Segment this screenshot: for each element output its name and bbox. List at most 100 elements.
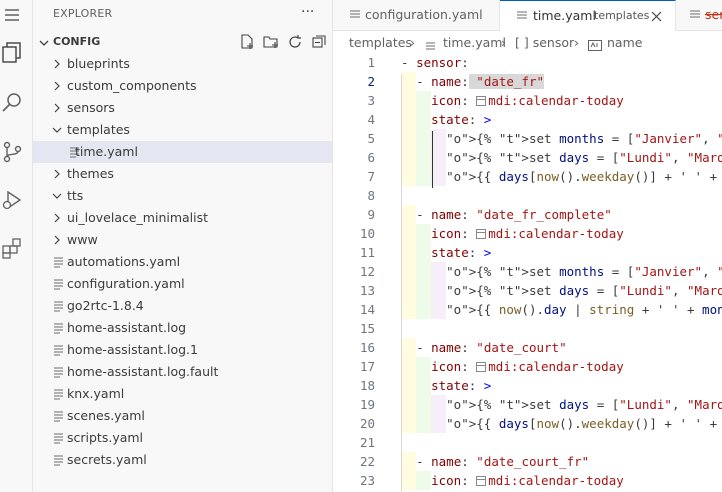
- tab-sensors[interactable]: sensors: [677, 0, 722, 30]
- code-line: - sensor:: [401, 55, 469, 70]
- line-number: 20: [359, 416, 375, 431]
- source-control-icon[interactable]: [0, 140, 24, 164]
- file-lines-icon: [53, 344, 64, 359]
- code-line: icon: mdi:calendar-today: [431, 359, 624, 374]
- file-lines-icon: [53, 366, 64, 381]
- tree-file[interactable]: knx.yaml: [33, 383, 332, 405]
- explorer-icon[interactable]: [0, 40, 24, 64]
- line-number: 12: [359, 264, 375, 279]
- new-folder-icon[interactable]: [262, 33, 280, 51]
- explorer-sidebar: EXPLORER ··· CONFIG blueprints custom_com…: [33, 0, 333, 492]
- tree-file[interactable]: go2rtc-1.8.4: [33, 295, 332, 317]
- tree-file[interactable]: automations.yaml: [33, 251, 332, 273]
- tree-item-label: configuration.yaml: [67, 276, 185, 291]
- code-line: - name: "date_court_fr": [416, 454, 590, 469]
- tree-folder[interactable]: custom_components: [33, 75, 332, 97]
- breadcrumb-item[interactable]: [ ] sensor: [515, 35, 574, 50]
- tree-file[interactable]: configuration.yaml: [33, 273, 332, 295]
- line-number: 2: [367, 74, 375, 89]
- code-line: "o">{{ days[now().weekday()] + ' ' + mon…: [446, 169, 722, 184]
- color-box-icon: [476, 476, 487, 486]
- line-number: 5: [367, 131, 375, 146]
- line-number: 4: [367, 112, 375, 127]
- code-line: "o">{% "t">set months = ["Janvier", "Fev…: [446, 131, 722, 146]
- tree-item-label: tts: [67, 188, 84, 203]
- line-number: 11: [359, 245, 375, 260]
- code-line: icon: mdi:calendar-today: [431, 226, 624, 241]
- line-number: 13: [359, 283, 375, 298]
- line-number: 19: [359, 397, 375, 412]
- code-line: - name: "date_court": [416, 340, 567, 355]
- tab-configuration-yaml[interactable]: configuration.yaml: [333, 0, 500, 30]
- chevron-down-icon: [51, 190, 63, 205]
- folder-section-header[interactable]: CONFIG: [33, 31, 332, 53]
- tree-folder[interactable]: tts: [33, 185, 332, 207]
- tree-file[interactable]: home-assistant.log.1: [33, 339, 332, 361]
- close-icon[interactable]: [651, 10, 662, 25]
- breadcrumb-item[interactable]: time.yaml: [443, 35, 506, 50]
- tree-file[interactable]: scripts.yaml: [33, 427, 332, 449]
- chevron-right-icon: [51, 234, 63, 249]
- tab-time-yaml[interactable]: time.yaml templates: [500, 0, 676, 31]
- tree-file[interactable]: time.yaml: [33, 141, 332, 163]
- chevron-right-icon: ›: [501, 35, 506, 50]
- tree-file[interactable]: scenes.yaml: [33, 405, 332, 427]
- extensions-icon[interactable]: [0, 236, 24, 260]
- tree-item-label: go2rtc-1.8.4: [67, 298, 144, 313]
- tab-label: time.yaml: [533, 8, 596, 23]
- tree-item-label: blueprints: [67, 56, 130, 71]
- chevron-down-icon: [38, 34, 50, 53]
- line-number: 9: [367, 207, 375, 222]
- code-line: "o">{% "t">set days = ["Lundi", "Mardi",…: [446, 150, 722, 165]
- file-lines-icon: [53, 432, 64, 447]
- breadcrumb-item[interactable]: name: [607, 35, 642, 50]
- file-lines-icon: [53, 388, 64, 403]
- line-number: 18: [359, 378, 375, 393]
- color-box-icon: [476, 229, 487, 239]
- tree-folder[interactable]: ui_lovelace_minimalist: [33, 207, 332, 229]
- indent-guide: [432, 131, 433, 188]
- file-lines-icon: [516, 9, 528, 24]
- code-line: "o">{% "t">set months = ["Janvier", "Fev…: [446, 264, 722, 279]
- line-number: 16: [359, 340, 375, 355]
- code-line: state: >: [431, 112, 492, 127]
- run-debug-icon[interactable]: [0, 188, 24, 212]
- file-lines-icon: [53, 278, 64, 293]
- breadcrumb: templates › time.yaml › [ ] sensor › nam…: [333, 31, 722, 53]
- menu-icon[interactable]: [0, 3, 24, 27]
- chevron-right-icon: ›: [574, 35, 579, 50]
- tree-item-label: automations.yaml: [67, 254, 181, 269]
- tree-item-label: scripts.yaml: [67, 430, 144, 445]
- line-number: 8: [367, 188, 375, 203]
- tree-item-label: secrets.yaml: [67, 452, 147, 467]
- code-line: "o">{{ now().day | string + ' ' + months…: [446, 302, 722, 317]
- tree-folder[interactable]: themes: [33, 163, 332, 185]
- tree-file[interactable]: secrets.yaml: [33, 449, 332, 471]
- collapse-all-icon[interactable]: [310, 33, 328, 51]
- search-icon[interactable]: [0, 90, 24, 114]
- code-editor[interactable]: 1 - sensor: 2 - name: "date_fr" 3 icon: mdi…: [333, 53, 722, 492]
- tree-folder[interactable]: sensors: [33, 97, 332, 119]
- tree-item-label: custom_components: [67, 78, 197, 93]
- new-file-icon[interactable]: [238, 33, 256, 51]
- tree-folder[interactable]: www: [33, 229, 332, 251]
- file-lines-icon: [689, 8, 701, 23]
- code-line: - name: "date_fr": [416, 74, 545, 89]
- file-lines-icon: [53, 256, 64, 271]
- line-number: 6: [367, 150, 375, 165]
- tree-file[interactable]: home-assistant.log.fault: [33, 361, 332, 383]
- activity-bar: [0, 0, 33, 492]
- breadcrumb-item[interactable]: templates: [349, 35, 412, 50]
- tree-item-label: templates: [67, 122, 130, 137]
- file-lines-icon: [53, 322, 64, 337]
- tree-item-label: time.yaml: [75, 144, 138, 159]
- refresh-icon[interactable]: [286, 33, 304, 51]
- tree-folder[interactable]: blueprints: [33, 53, 332, 75]
- more-actions-button[interactable]: ···: [301, 4, 314, 20]
- tree-item-label: ui_lovelace_minimalist: [67, 210, 209, 225]
- tree-folder[interactable]: templates: [33, 119, 332, 141]
- chevron-down-icon: [51, 124, 63, 139]
- tree-item-label: home-assistant.log: [67, 320, 187, 335]
- tree-file[interactable]: home-assistant.log: [33, 317, 332, 339]
- chevron-right-icon: [51, 168, 63, 183]
